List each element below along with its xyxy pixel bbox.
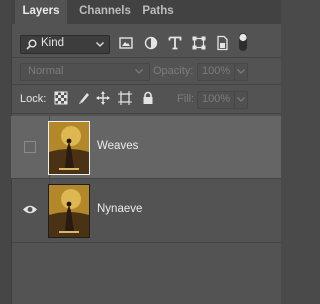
tab-channels[interactable]: Channels	[71, 0, 139, 24]
shape-filter-icon[interactable]	[190, 34, 208, 52]
panel-tab-bar: Layers Channels Paths	[11, 0, 281, 24]
layer-thumbnail	[48, 121, 90, 175]
layers-panel: Layers Channels Paths Kind Normal Opacit…	[0, 0, 281, 304]
fill-label: Fill:	[177, 93, 195, 105]
fill-dropdown-button[interactable]	[234, 91, 248, 109]
layer-visibility-toggle[interactable]	[11, 116, 50, 178]
fill-input[interactable]: 100%	[197, 91, 235, 109]
smart-object-filter-icon[interactable]	[213, 34, 231, 52]
blend-mode-value: Normal	[28, 65, 64, 77]
blend-mode-select[interactable]: Normal	[20, 63, 150, 81]
chevron-down-icon	[135, 69, 143, 74]
search-icon	[26, 39, 37, 50]
opacity-label: Opacity:	[153, 65, 194, 77]
lock-position-icon[interactable]	[96, 91, 110, 105]
artboard-autonest-icon[interactable]	[118, 91, 132, 105]
divider	[11, 113, 281, 114]
tab-paths[interactable]: Paths	[137, 0, 179, 24]
chevron-down-icon	[237, 97, 245, 102]
chevron-down-icon	[237, 69, 245, 74]
lock-image-pixels-icon[interactable]	[77, 91, 91, 105]
tab-layers[interactable]: Layers	[15, 0, 67, 24]
filter-toggle-icon[interactable]	[238, 32, 248, 52]
layer-thumbnail	[48, 184, 90, 238]
layer-thumbnail-image	[49, 122, 89, 174]
adjustment-filter-icon[interactable]	[142, 34, 160, 52]
divider	[11, 242, 281, 243]
layer-filter-kind-select[interactable]: Kind	[20, 35, 110, 54]
type-filter-icon[interactable]	[166, 34, 184, 52]
eye-icon	[23, 205, 37, 214]
layer-thumbnail-image	[49, 185, 89, 237]
divider	[11, 57, 281, 58]
pixel-filter-icon[interactable]	[117, 34, 135, 52]
fill-value: 100%	[202, 93, 231, 105]
layer-name: Nynaeve	[97, 203, 143, 215]
lock-transparent-pixels-icon[interactable]	[54, 91, 68, 105]
layer-row-nynaeve[interactable]: Nynaeve	[11, 179, 281, 241]
filter-kind-label: Kind	[41, 37, 65, 49]
opacity-value: 100%	[202, 65, 231, 77]
layer-row-weaves[interactable]: Weaves	[11, 116, 281, 178]
divider	[11, 84, 281, 85]
lock-label: Lock:	[20, 93, 47, 105]
opacity-dropdown-button[interactable]	[234, 63, 248, 81]
chevron-down-icon	[96, 42, 104, 47]
lock-all-icon[interactable]	[141, 91, 155, 105]
layer-name: Weaves	[97, 140, 139, 152]
visibility-off-box	[24, 141, 36, 153]
layer-visibility-toggle[interactable]	[11, 179, 50, 241]
opacity-input[interactable]: 100%	[197, 63, 235, 81]
